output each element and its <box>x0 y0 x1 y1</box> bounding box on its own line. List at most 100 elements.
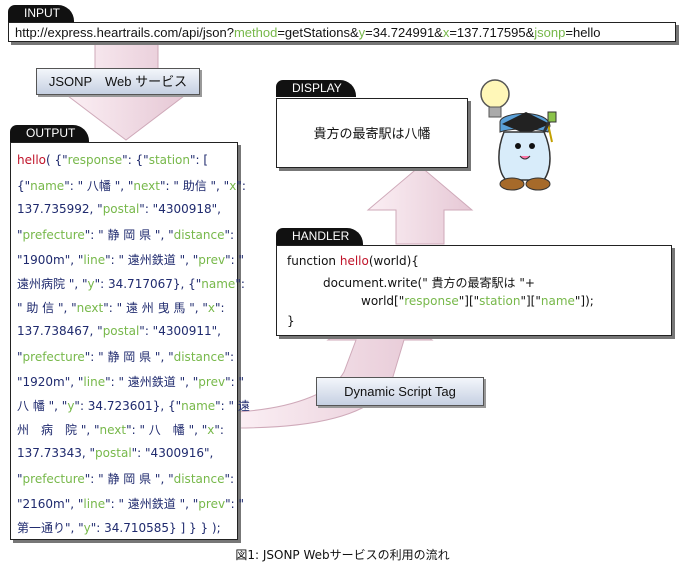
code-text: ": " <box>225 252 244 267</box>
output-line: 州 病 院 ", "next": " 八 幡 ", "x": <box>17 421 224 438</box>
handler-line: function hello(world){ <box>287 254 419 268</box>
callback-name: hello <box>339 254 369 268</box>
output-line: 遠州病院 ", "y": 34.717067}, {"name": <box>17 275 245 292</box>
json-key: line <box>83 252 106 267</box>
output-tab: OUTPUT <box>10 125 90 142</box>
up-arrow <box>366 165 474 245</box>
json-key: name <box>540 294 575 308</box>
code-text: =hello <box>565 25 601 40</box>
code-text: ": " 静 岡 県 ", " <box>84 228 174 243</box>
json-key: distance <box>173 472 225 487</box>
code-text: ": " 八 幡 ", " <box>126 423 208 438</box>
json-key: station <box>479 294 521 308</box>
code-text: ": [ <box>190 153 209 167</box>
json-key: prev <box>198 252 226 267</box>
handler-line: } <box>287 314 295 328</box>
input-tab: INPUT <box>8 5 74 22</box>
code-text: 遠州病院 ", " <box>17 277 88 291</box>
json-key: response <box>404 294 459 308</box>
code-text: 137.738467, " <box>17 323 103 338</box>
json-key: next <box>99 423 127 438</box>
json-key: name <box>201 277 236 291</box>
json-key: prefecture <box>22 472 85 487</box>
code-text: =137.717595& <box>449 25 535 40</box>
json-key: response <box>67 153 123 167</box>
code-text: 第一通り", " <box>17 521 84 535</box>
code-text: ": <box>214 301 225 316</box>
output-line: "prefecture": " 静 岡 県 ", "distance": <box>17 470 234 487</box>
json-key: postal <box>95 445 132 460</box>
output-line: "prefecture": " 静 岡 県 ", "distance": <box>17 226 234 243</box>
code-text: world[" <box>361 294 405 308</box>
code-text: 八 幡 ", " <box>17 399 68 413</box>
output-line: 137.738467, "postal": "4300911", <box>17 324 221 338</box>
code-text: ": <box>224 350 235 365</box>
code-text: ": 34.723601}, {" <box>74 399 182 413</box>
json-key: line <box>83 374 106 389</box>
code-text: } <box>287 314 295 328</box>
display-tab: DISPLAY <box>276 80 356 97</box>
code-text: 137.73343, " <box>17 445 96 460</box>
code-text: ": " <box>225 374 244 389</box>
output-line: " 助 信 ", "next": " 遠 州 曳 馬 ", "x": <box>17 299 225 316</box>
output-line: 八 幡 ", "y": 34.723601}, {"name": " 遠 <box>17 397 250 414</box>
json-key: postal <box>102 323 140 338</box>
code-text: ": "4300918", <box>139 201 221 216</box>
json-key: method <box>233 25 278 40</box>
code-text: ": "4300911", <box>139 323 221 338</box>
code-text: (world){ <box>368 254 419 268</box>
code-text: ": <box>214 423 224 438</box>
code-text: ": " 八幡 ", " <box>64 179 134 194</box>
json-key: x <box>207 301 215 316</box>
code-text: ": 34.717067}, {" <box>94 277 202 291</box>
code-text: ": " 遠州鉄道 ", " <box>105 374 199 389</box>
output-line: 137.735992, "postal": "4300918", <box>17 202 221 216</box>
output-line: "1900m", "line": " 遠州鉄道 ", "prev": " <box>17 251 244 268</box>
display-panel: 貴方の最寄駅は八幡 <box>276 98 468 168</box>
handler-line: document.write(" 貴方の最寄駅は "+ <box>323 274 535 291</box>
code-text: "][" <box>458 294 480 308</box>
output-line: {"name": " 八幡 ", "next": " 助信 ", "x": <box>17 177 246 194</box>
code-text: ": <box>236 179 246 194</box>
json-key: prefecture <box>22 228 85 243</box>
code-text: ": {" <box>122 153 149 167</box>
output-line: "1920m", "line": " 遠州鉄道 ", "prev": " <box>17 373 244 390</box>
code-text: " 助 信 ", " <box>17 301 77 316</box>
output-line: "prefecture": " 静 岡 県 ", "distance": <box>17 348 234 365</box>
code-text: ": "4300916", <box>131 445 214 460</box>
handler-line: world["response"]["station"]["name"]); <box>361 294 594 308</box>
code-text: 州 病 院 ", " <box>17 423 100 438</box>
json-key: y <box>83 521 91 535</box>
output-panel: hello( {"response": {"station": [{"name"… <box>10 142 250 540</box>
json-key: name <box>30 179 65 194</box>
code-text: ": " 遠 <box>215 399 250 413</box>
json-key: line <box>83 496 106 511</box>
json-key: next <box>133 179 160 194</box>
code-text: http://express.heartrails.com/api/json? <box>15 25 234 40</box>
code-text: ": " 静 岡 県 ", " <box>84 472 174 487</box>
code-text: "2160m", " <box>17 496 84 511</box>
json-key: prefecture <box>22 350 85 365</box>
json-key: postal <box>102 201 140 216</box>
code-text: ": " 遠州鉄道 ", " <box>105 496 199 511</box>
mascot-icon <box>480 79 557 191</box>
display-text: 貴方の最寄駅は八幡 <box>313 127 431 142</box>
json-key: jsonp <box>534 25 566 40</box>
code-text: =getStations& <box>277 25 359 40</box>
code-text: ": " 静 岡 県 ", " <box>84 350 174 365</box>
code-text: ": 34.710585} ] } } ); <box>90 521 221 535</box>
output-line: hello( {"response": {"station": [ <box>17 153 208 167</box>
json-key: prev <box>198 374 226 389</box>
callback-name: hello <box>17 153 46 167</box>
code-text: "1920m", " <box>17 374 84 389</box>
lightbulb-icon <box>480 79 510 118</box>
code-text: =34.724991& <box>365 25 443 40</box>
output-line: 第一通り", "y": 34.710585} ] } } ); <box>17 519 221 536</box>
json-key: distance <box>173 228 225 243</box>
code-text: {" <box>17 179 31 194</box>
json-key: next <box>76 301 104 316</box>
json-key: name <box>181 399 216 413</box>
code-text: ": " 助信 ", " <box>159 179 230 194</box>
code-text: 137.735992, " <box>17 201 103 216</box>
code-text: ": <box>235 277 245 291</box>
